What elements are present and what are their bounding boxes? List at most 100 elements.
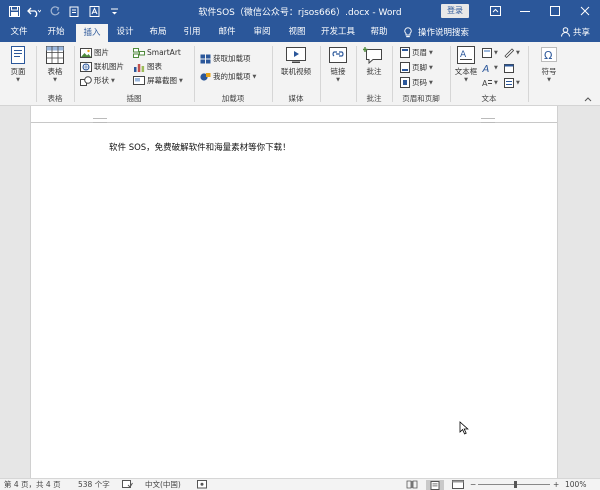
get-addins-label: 获取加载项 [213,54,251,63]
mouse-pointer-icon [459,421,469,435]
shapes-button[interactable]: 形状 ▼ [80,74,115,87]
group-addins-label: 加载项 [221,94,245,103]
print-layout-icon[interactable] [426,480,444,490]
tab-mailings[interactable]: 邮件 [211,22,243,42]
zoom-level[interactable]: 100% [565,480,586,490]
links-button[interactable]: 链接 ▼ [325,45,351,83]
online-pictures-button[interactable]: 联机图片 [80,60,124,73]
screenshot-icon [133,75,145,85]
wordart-button[interactable]: A ▼ [482,61,498,74]
chart-button[interactable]: 图表 [133,60,162,73]
quick-parts-button[interactable]: ▼ [482,46,498,59]
proofing-icon[interactable] [122,480,133,490]
crop-mark-right [481,118,495,123]
online-video-label: 联机视频 [281,67,311,76]
footer-icon [400,62,410,73]
zoom-slider-thumb[interactable] [514,481,517,488]
group-tables-label: 表格 [47,94,63,103]
tab-home[interactable]: 开始 [38,22,74,42]
zoom-in-button[interactable]: + [553,480,559,490]
crop-mark-left [93,118,107,123]
open-file-icon[interactable] [66,3,82,19]
online-video-button[interactable]: 联机视频 [278,45,314,77]
group-text-label: 文本 [481,94,497,103]
pictures-label: 图片 [94,48,109,57]
header-button[interactable]: 页眉 ▼ [400,46,433,59]
macro-record-icon[interactable] [197,480,207,490]
login-button[interactable]: 登录 [441,4,469,18]
tab-design[interactable]: 设计 [110,22,140,42]
undo-icon[interactable] [26,3,42,19]
tell-me-search[interactable]: 操作说明搜索 [404,22,469,42]
footer-label: 页脚 [412,63,427,72]
get-addins-button[interactable]: 获取加载项 [200,52,251,65]
save-icon[interactable] [6,3,22,19]
smartart-icon [133,47,145,58]
chart-icon [134,63,145,72]
format-painter-icon[interactable] [86,3,102,19]
word-count[interactable]: 538 个字 [78,480,110,490]
online-pictures-label: 联机图片 [94,62,124,71]
object-icon [504,77,514,88]
tab-references[interactable]: 引用 [176,22,208,42]
wordart-icon: A [482,64,490,73]
web-layout-icon[interactable] [452,480,464,490]
comment-button[interactable]: 批注 [361,45,387,77]
table-button[interactable]: 表格 ▼ [42,45,68,83]
table-icon [46,46,64,64]
textbox-label: 文本框 [454,67,478,76]
lightbulb-icon [404,26,412,37]
group-media-label: 媒体 [288,94,304,103]
symbols-button[interactable]: Ω 符号 ▼ [536,45,562,83]
page-icon [11,46,25,64]
link-icon [329,47,347,63]
object-button[interactable]: ▼ [504,76,520,89]
page-number-label: 页码 [412,78,427,87]
tab-file[interactable]: 文件 [2,22,36,42]
title-bar: 软件SOS（微信公众号：rjsos666）.docx - Word 登录 [0,0,600,22]
smartart-button[interactable]: SmartArt [133,46,181,59]
screenshot-label: 屏幕截图 [147,76,177,85]
read-mode-icon[interactable] [406,480,418,490]
footer-button[interactable]: 页脚 ▼ [400,61,433,74]
redo-icon[interactable] [46,3,62,19]
minimize-icon[interactable] [510,0,540,22]
group-illustrations-label: 插图 [126,94,142,103]
tab-layout[interactable]: 布局 [143,22,173,42]
document-area: 软件 SOS，免费破解软件和海量素材等你下载！ [0,106,600,478]
date-time-button[interactable] [504,61,514,74]
share-button[interactable]: 共享 [560,22,590,42]
pages-button[interactable]: 页面 ▼ [5,45,31,83]
tab-help[interactable]: 帮助 [363,22,395,42]
zoom-out-button[interactable]: − [470,480,476,490]
status-bar: 第 4 页，共 4 页 538 个字 中文(中国) − + 100% [0,478,600,490]
ribbon-display-options-icon[interactable] [480,0,510,22]
screenshot-button[interactable]: 屏幕截图 ▼ [133,74,183,87]
textbox-button[interactable]: A 文本框 ▼ [452,45,480,83]
signature-line-button[interactable]: ▼ [504,46,520,59]
tab-developer[interactable]: 开发工具 [317,22,359,42]
document-page[interactable]: 软件 SOS，免费破解软件和海量素材等你下载！ [30,106,558,478]
drop-cap-button[interactable]: A ▼ [482,76,498,89]
tab-review[interactable]: 审阅 [246,22,278,42]
group-header-footer-label: 页眉和页脚 [402,94,440,103]
my-addins-label: 我的加载项 [213,72,251,81]
chart-label: 图表 [147,62,162,71]
document-text[interactable]: 软件 SOS，免费破解软件和海量素材等你下载！ [109,141,291,153]
page-count[interactable]: 第 4 页，共 4 页 [4,480,61,490]
header-label: 页眉 [412,48,427,57]
svg-text:A: A [482,64,490,73]
collapse-ribbon-icon[interactable] [584,92,592,105]
pictures-button[interactable]: 图片 [80,46,109,59]
page-number-button[interactable]: 页码 ▼ [400,76,433,89]
online-picture-icon [80,61,92,72]
tab-view[interactable]: 视图 [281,22,313,42]
close-icon[interactable] [570,0,600,22]
shapes-icon [80,75,92,86]
maximize-icon[interactable] [540,0,570,22]
svg-text:Ω: Ω [544,49,552,62]
tab-insert[interactable]: 插入 [76,24,108,42]
my-addins-button[interactable]: 我的加载项 ▼ [200,70,256,83]
language[interactable]: 中文(中国) [145,480,181,490]
customize-qat-icon[interactable] [106,3,122,19]
